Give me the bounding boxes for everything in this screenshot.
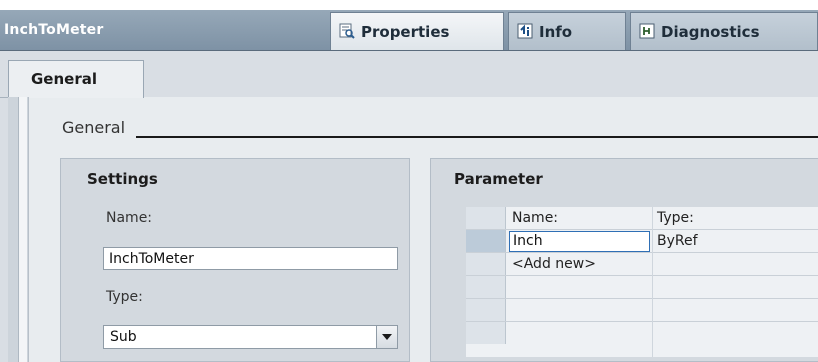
properties-icon — [339, 15, 355, 39]
param-name-cell[interactable]: Inch — [509, 231, 650, 252]
row-header — [466, 276, 506, 298]
table-row-empty — [466, 276, 818, 299]
section-heading: General — [62, 118, 126, 137]
row-header — [466, 207, 506, 229]
row-header-selected[interactable] — [466, 230, 506, 252]
tab-properties[interactable]: Properties — [330, 12, 504, 50]
table-header-row: Name: Type: — [466, 207, 818, 230]
chevron-down-icon[interactable] — [376, 326, 397, 348]
row-header — [466, 299, 506, 321]
table-row[interactable]: <Add new> — [466, 253, 818, 276]
tab-diagnostics-label: Diagnostics — [661, 23, 760, 41]
tab-info-label: Info — [539, 23, 573, 41]
section-divider — [136, 136, 818, 138]
column-header-name: Name: — [512, 210, 559, 226]
row-header[interactable] — [466, 253, 506, 275]
column-divider — [652, 207, 653, 357]
parameter-title: Parameter — [454, 170, 543, 188]
window-title: InchToMeter — [4, 22, 104, 38]
column-header-type: Type: — [657, 210, 694, 226]
add-new-cell[interactable]: <Add new> — [512, 253, 596, 275]
table-row[interactable]: Inch ByRef — [466, 230, 818, 253]
name-field[interactable] — [103, 247, 398, 270]
name-label: Name: — [106, 210, 153, 226]
table-row-empty — [466, 299, 818, 322]
settings-title: Settings — [87, 170, 158, 188]
top-border — [0, 0, 818, 10]
parameter-table: Name: Type: Inch ByRef <Add new> — [466, 207, 818, 357]
tab-properties-label: Properties — [361, 23, 450, 41]
type-label: Type: — [106, 289, 143, 305]
diagnostics-icon — [639, 15, 655, 39]
info-icon — [517, 15, 533, 39]
nav-strip-marker — [18, 97, 27, 362]
table-row-empty — [466, 322, 818, 344]
tab-diagnostics[interactable]: Diagnostics — [630, 12, 818, 50]
type-dropdown[interactable]: Sub — [103, 325, 398, 349]
row-header — [466, 322, 506, 344]
tab-general[interactable]: General — [8, 60, 144, 98]
type-value: Sub — [110, 329, 137, 345]
param-type-cell[interactable]: ByRef — [657, 230, 698, 252]
tab-info[interactable]: Info — [508, 12, 626, 50]
